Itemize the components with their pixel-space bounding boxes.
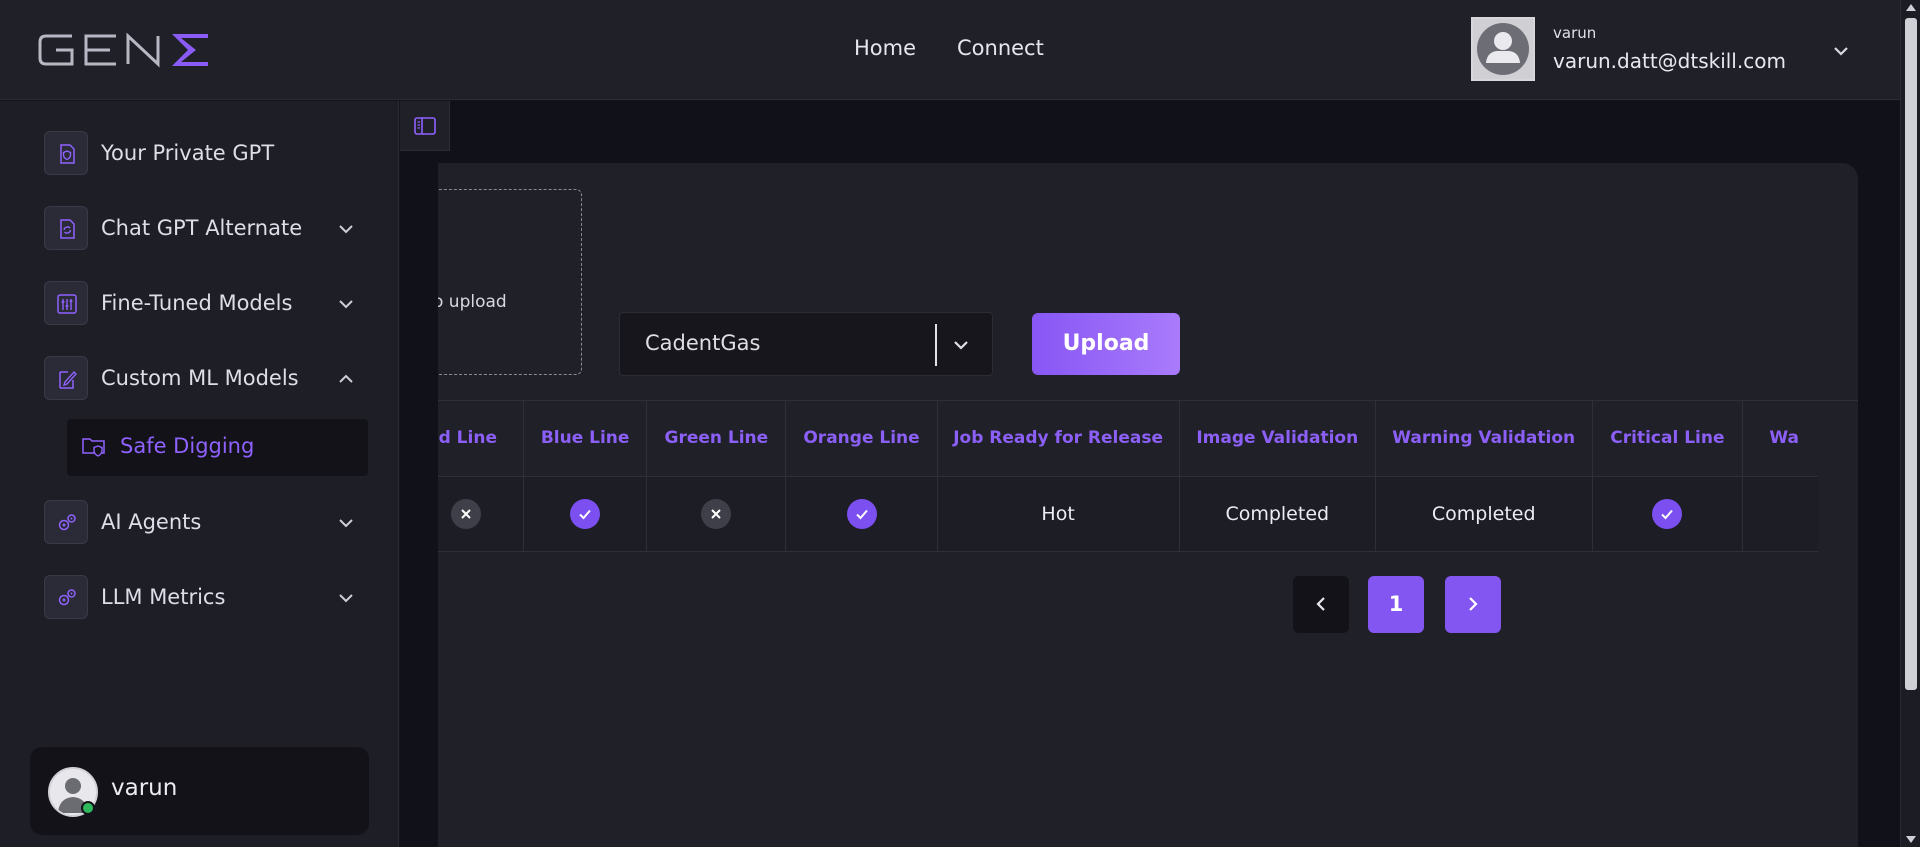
sidebar-user-name: varun [111, 775, 178, 801]
warning-validation-cell: Completed [1375, 476, 1593, 552]
sliders-icon [44, 281, 88, 325]
table-row: Hot Completed Completed [438, 476, 1818, 552]
image-validation-cell: Completed [1179, 476, 1376, 552]
column-header[interactable]: Job Ready for Release [937, 401, 1180, 477]
gene-logo[interactable] [36, 28, 212, 72]
sidebar-user-card[interactable]: varun [30, 747, 369, 835]
check-icon [1652, 498, 1683, 529]
file-dropzone[interactable]: o upload [438, 189, 582, 375]
chevron-down-icon[interactable] [336, 513, 356, 533]
column-header[interactable]: Wa [1742, 401, 1818, 477]
results-table: ed Line Blue Line Green Line Orange Line… [438, 400, 1858, 552]
sidebar-toggle-button[interactable] [400, 101, 450, 151]
sidebar-item-llm-metrics[interactable]: LLM Metrics [44, 575, 364, 621]
pagination-prev-button[interactable] [1293, 576, 1349, 633]
gears-icon [44, 500, 88, 544]
sidebar: Your Private GPT Chat GPT Alternate Fine… [0, 101, 399, 847]
scroll-up-arrow-icon[interactable] [1906, 4, 1916, 11]
sidebar-item-chat-gpt-alternate[interactable]: Chat GPT Alternate [44, 206, 364, 252]
pagination-page-1[interactable]: 1 [1368, 576, 1424, 633]
sidebar-panel-icon [414, 117, 436, 135]
column-header[interactable]: Warning Validation [1375, 401, 1593, 477]
top-header: Home Connect varun varun.datt@dtskill.co… [0, 0, 1900, 100]
scroll-thumb[interactable] [1905, 18, 1917, 690]
nav-home-link[interactable]: Home [854, 36, 916, 60]
column-header[interactable]: Green Line [646, 401, 787, 477]
nav-connect-link[interactable]: Connect [957, 36, 1044, 60]
upload-card: o upload CadentGas Upload ed Line Blue L… [438, 163, 1858, 847]
sidebar-item-your-private-gpt[interactable]: Your Private GPT [44, 131, 364, 177]
refresh-document-icon [44, 206, 88, 250]
sidebar-subitem-safe-digging[interactable]: Safe Digging [67, 419, 368, 476]
x-icon [450, 498, 481, 529]
chevron-left-icon [1316, 597, 1325, 611]
column-header[interactable]: Image Validation [1179, 401, 1376, 477]
select-divider [935, 324, 937, 366]
chevron-down-icon[interactable] [336, 588, 356, 608]
page-scrollbar[interactable] [1900, 0, 1920, 847]
upload-button[interactable]: Upload [1032, 313, 1180, 375]
sidebar-item-label: Chat GPT Alternate [101, 216, 303, 240]
chevron-right-icon [1469, 597, 1478, 611]
sidebar-item-label: Your Private GPT [101, 141, 275, 165]
table-header-row: ed Line Blue Line Green Line Orange Line… [438, 401, 1818, 477]
chevron-down-icon[interactable] [336, 219, 356, 239]
sidebar-subitem-label: Safe Digging [120, 434, 255, 458]
header-avatar[interactable] [1471, 17, 1535, 81]
sidebar-item-label: Fine-Tuned Models [101, 291, 293, 315]
column-header[interactable]: ed Line [438, 401, 524, 477]
sidebar-item-ai-agents[interactable]: AI Agents [44, 500, 364, 546]
client-select[interactable]: CadentGas [619, 312, 993, 376]
check-icon [846, 498, 877, 529]
pagination-next-button[interactable] [1445, 576, 1501, 633]
column-header[interactable]: Blue Line [523, 401, 648, 477]
chevron-up-icon[interactable] [336, 369, 356, 389]
dropzone-text: o upload [438, 292, 507, 312]
select-value: CadentGas [645, 331, 761, 355]
x-icon [701, 498, 732, 529]
column-header[interactable]: Orange Line [785, 401, 938, 477]
scroll-down-arrow-icon[interactable] [1906, 836, 1916, 843]
job-ready-cell: Hot [937, 476, 1180, 552]
chevron-down-icon[interactable] [336, 294, 356, 314]
edit-document-icon [44, 356, 88, 400]
truncated-cell [1742, 476, 1818, 552]
sidebar-item-fine-tuned-models[interactable]: Fine-Tuned Models [44, 281, 364, 327]
sidebar-item-label: LLM Metrics [101, 585, 226, 609]
check-icon [570, 498, 601, 529]
online-status-dot [81, 801, 95, 815]
sidebar-item-label: Custom ML Models [101, 366, 299, 390]
chevron-down-icon[interactable] [950, 334, 972, 356]
column-header[interactable]: Critical Line [1592, 401, 1744, 477]
shield-folder-icon [81, 435, 107, 463]
gears-icon [44, 575, 88, 619]
shield-document-icon [44, 131, 88, 175]
sidebar-item-custom-ml-models[interactable]: Custom ML Models [44, 356, 364, 402]
header-user-email: varun.datt@dtskill.com [1553, 49, 1786, 73]
sidebar-item-label: AI Agents [101, 510, 202, 534]
header-user-name: varun [1553, 24, 1597, 42]
user-menu-chevron-down-icon[interactable] [1830, 40, 1852, 62]
